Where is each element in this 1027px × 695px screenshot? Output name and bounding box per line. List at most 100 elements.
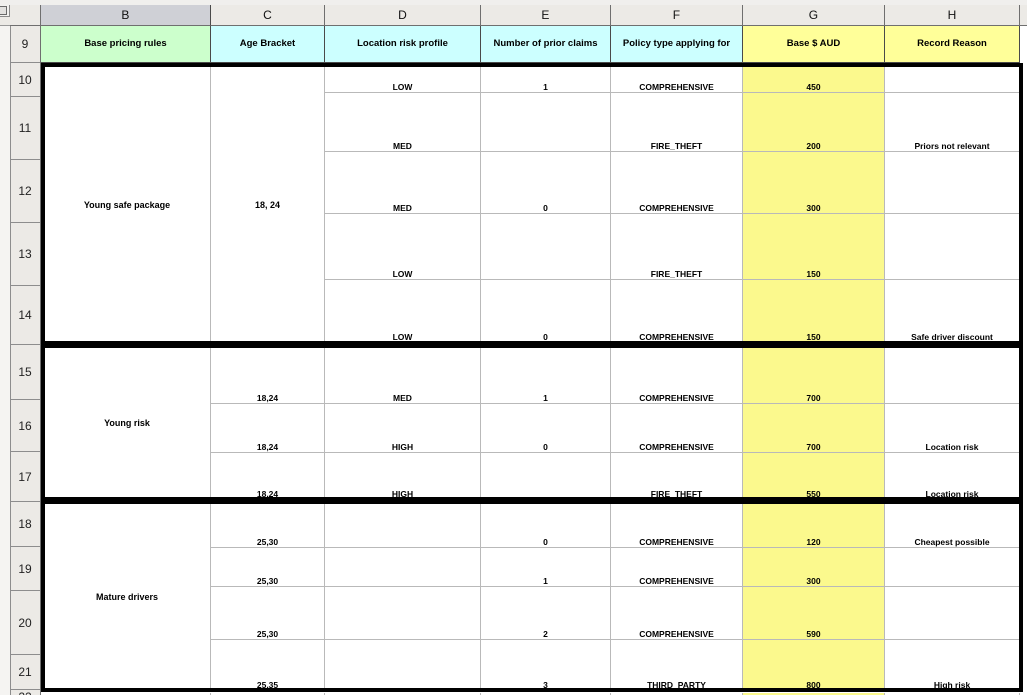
cell-D19[interactable] — [325, 548, 481, 587]
group-label-mature-drivers[interactable]: Mature drivers — [44, 503, 211, 690]
spreadsheet-grid[interactable]: B C D E F G H 9 10 11 12 13 14 15 16 17 … — [0, 0, 1027, 695]
cell-G16[interactable]: 700 — [743, 404, 885, 453]
cell-D11[interactable]: MED — [325, 93, 481, 152]
header-cell-number-of-prior-claims[interactable]: Number of prior claims — [481, 26, 611, 63]
row-header-14[interactable]: 14 — [10, 286, 41, 345]
cell-F19[interactable]: COMPREHENSIVE — [611, 548, 743, 587]
cell-H13[interactable] — [885, 214, 1020, 280]
row-header-12[interactable]: 12 — [10, 160, 41, 223]
cell-F20[interactable]: COMPREHENSIVE — [611, 587, 743, 640]
cell-G13[interactable]: 150 — [743, 214, 885, 280]
group-label-young-safe-package[interactable]: Young safe package — [44, 66, 211, 343]
row-header-21[interactable]: 21 — [10, 655, 41, 690]
cell-C16[interactable]: 18,24 — [211, 404, 325, 453]
cell-F14[interactable]: COMPREHENSIVE — [611, 280, 743, 342]
column-header-E[interactable]: E — [481, 5, 611, 26]
cell-F17[interactable]: FIRE_THEFT — [611, 453, 743, 499]
age-bracket-merged-block1[interactable]: 18, 24 — [211, 66, 325, 343]
cell-F13[interactable]: FIRE_THEFT — [611, 214, 743, 280]
row-header-18[interactable]: 18 — [10, 502, 41, 547]
cell-G21[interactable]: 800 — [743, 640, 885, 690]
row-header-19[interactable]: 19 — [10, 547, 41, 591]
header-cell-base-aud[interactable]: Base $ AUD — [743, 26, 885, 63]
cell-H19[interactable] — [885, 548, 1020, 587]
cell-E13[interactable] — [481, 214, 611, 280]
cell-F11[interactable]: FIRE_THEFT — [611, 93, 743, 152]
cell-E21[interactable]: 3 — [481, 640, 611, 690]
cell-G18[interactable]: 120 — [743, 503, 885, 548]
cell-G17[interactable]: 550 — [743, 453, 885, 499]
cell-H17[interactable]: Location risk — [885, 453, 1020, 499]
cell-F10[interactable]: COMPREHENSIVE — [611, 66, 743, 93]
row-header-17[interactable]: 17 — [10, 452, 41, 502]
row-header-15[interactable]: 15 — [10, 345, 41, 400]
cell-C18[interactable]: 25,30 — [211, 503, 325, 548]
cell-E18[interactable]: 0 — [481, 503, 611, 548]
cell-D18[interactable] — [325, 503, 481, 548]
cell-D14[interactable]: LOW — [325, 280, 481, 342]
column-header-I[interactable] — [1020, 5, 1027, 26]
cell-C20[interactable]: 25,30 — [211, 587, 325, 640]
cell-G19[interactable]: 300 — [743, 548, 885, 587]
cell-H14[interactable]: Safe driver discount — [885, 280, 1020, 342]
cell-E10[interactable]: 1 — [481, 66, 611, 93]
row-header-9[interactable]: 9 — [10, 26, 41, 63]
cell-E20[interactable]: 2 — [481, 587, 611, 640]
header-cell-policy-type[interactable]: Policy type applying for — [611, 26, 743, 63]
cell-D21[interactable] — [325, 640, 481, 690]
column-header-G[interactable]: G — [743, 5, 885, 26]
cell-H16[interactable]: Location risk — [885, 404, 1020, 453]
row-header-22[interactable]: 22 — [10, 690, 41, 695]
cell-C19[interactable]: 25,30 — [211, 548, 325, 587]
cell-G10[interactable]: 450 — [743, 66, 885, 93]
cell-F15[interactable]: COMPREHENSIVE — [611, 347, 743, 404]
cell-E15[interactable]: 1 — [481, 347, 611, 404]
cell-E19[interactable]: 1 — [481, 548, 611, 587]
cell-C15[interactable]: 18,24 — [211, 347, 325, 404]
cell-E11[interactable] — [481, 93, 611, 152]
cell-D16[interactable]: HIGH — [325, 404, 481, 453]
cell-H12[interactable] — [885, 152, 1020, 214]
cell-E14[interactable]: 0 — [481, 280, 611, 342]
cell-C21[interactable]: 25,35 — [211, 640, 325, 690]
cell-E12[interactable]: 0 — [481, 152, 611, 214]
row-header-16[interactable]: 16 — [10, 400, 41, 452]
row-header-11[interactable]: 11 — [10, 97, 41, 160]
cell-F12[interactable]: COMPREHENSIVE — [611, 152, 743, 214]
cell-D17[interactable]: HIGH — [325, 453, 481, 499]
header-cell-age-bracket[interactable]: Age Bracket — [211, 26, 325, 63]
header-cell-record-reason[interactable]: Record Reason — [885, 26, 1020, 63]
group-label-young-risk[interactable]: Young risk — [44, 347, 211, 499]
cell-E16[interactable]: 0 — [481, 404, 611, 453]
cell-G14[interactable]: 150 — [743, 280, 885, 342]
cell-G20[interactable]: 590 — [743, 587, 885, 640]
column-header-D[interactable]: D — [325, 5, 481, 26]
column-header-F[interactable]: F — [611, 5, 743, 26]
cell-H18[interactable]: Cheapest possible — [885, 503, 1020, 548]
cell-G12[interactable]: 300 — [743, 152, 885, 214]
cell-H20[interactable] — [885, 587, 1020, 640]
cell-D15[interactable]: MED — [325, 347, 481, 404]
cell-D13[interactable]: LOW — [325, 214, 481, 280]
cell-H15[interactable] — [885, 347, 1020, 404]
cell-D20[interactable] — [325, 587, 481, 640]
cell-F21[interactable]: THIRD_PARTY — [611, 640, 743, 690]
cell-D10[interactable]: LOW — [325, 66, 481, 93]
row-header-20[interactable]: 20 — [10, 591, 41, 655]
row-header-10[interactable]: 10 — [10, 63, 41, 97]
cell-H21[interactable]: High risk — [885, 640, 1020, 690]
cell-E17[interactable] — [481, 453, 611, 499]
cell-F16[interactable]: COMPREHENSIVE — [611, 404, 743, 453]
column-header-H[interactable]: H — [885, 5, 1020, 26]
cell-F18[interactable]: COMPREHENSIVE — [611, 503, 743, 548]
column-header-C[interactable]: C — [211, 5, 325, 26]
cell-C17[interactable]: 18,24 — [211, 453, 325, 499]
cell-D12[interactable]: MED — [325, 152, 481, 214]
row-header-13[interactable]: 13 — [10, 223, 41, 286]
cell-H10[interactable] — [885, 66, 1020, 93]
header-cell-location-risk-profile[interactable]: Location risk profile — [325, 26, 481, 63]
column-header-B[interactable]: B — [41, 5, 211, 26]
cell-G15[interactable]: 700 — [743, 347, 885, 404]
cell-G11[interactable]: 200 — [743, 93, 885, 152]
cell-H11[interactable]: Priors not relevant — [885, 93, 1020, 152]
